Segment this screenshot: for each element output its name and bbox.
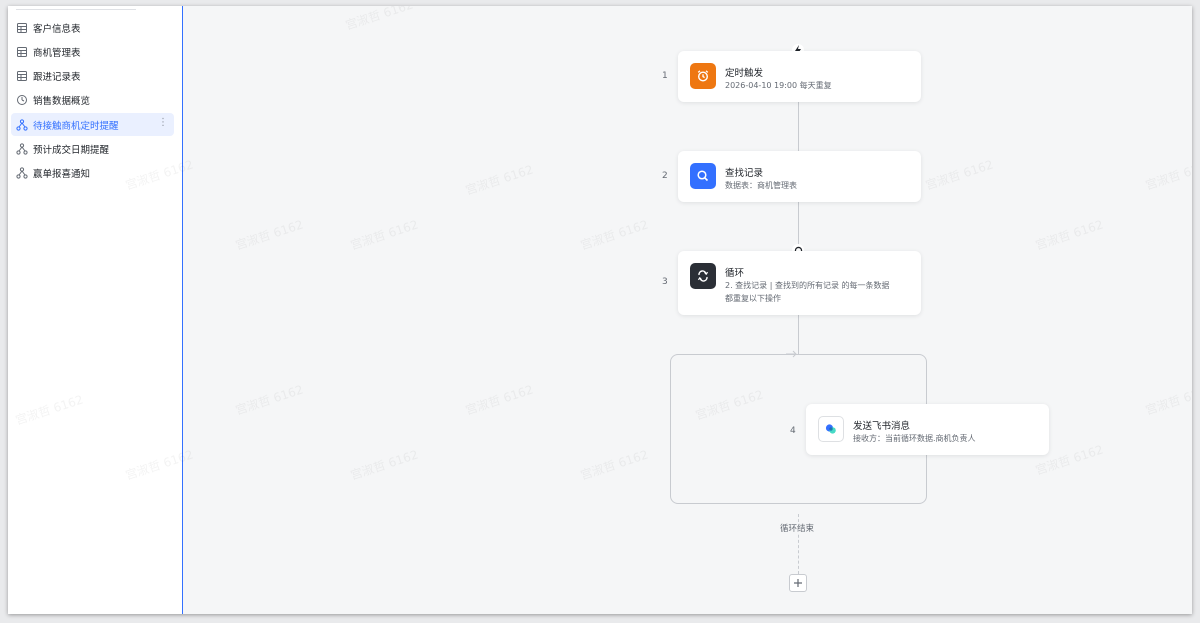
workflow-icon xyxy=(16,166,28,179)
dashboard-icon xyxy=(17,94,27,105)
node-description-line: 都重复以下操作 xyxy=(725,294,781,303)
search-icon xyxy=(690,163,716,189)
sidebar-item-label: 预计成交日期提醒 xyxy=(33,144,110,156)
node-title: 定时触发 xyxy=(725,68,764,79)
alarm-clock-icon xyxy=(690,63,716,89)
watermark: 宫淑哲 6162 xyxy=(348,447,420,483)
loop-end-label: 循环结束 xyxy=(780,522,815,534)
sidebar: 客户信息表 商机管理表 跟进记录表 销售数据概览 待接触商机定时提醒 ⋮ 预计成… xyxy=(8,6,183,614)
plus-icon xyxy=(794,579,802,587)
step-number: 2 xyxy=(662,171,668,181)
sidebar-item-win-notification[interactable]: 赢单报喜通知 xyxy=(11,161,174,184)
watermark: 宫淑哲 6162 xyxy=(348,217,420,253)
table-icon xyxy=(17,22,27,33)
node-title: 查找记录 xyxy=(725,168,764,179)
sidebar-item-label: 赢单报喜通知 xyxy=(33,168,91,180)
sidebar-clipped-item xyxy=(16,6,136,10)
table-icon xyxy=(17,70,27,81)
sidebar-item-pending-opportunity-reminder[interactable]: 待接触商机定时提醒 ⋮ xyxy=(11,113,174,136)
watermark: 宫淑哲 6162 xyxy=(463,382,535,418)
node-description-line: 2. 查找记录 | 查找到的所有记录 的每一条数据 xyxy=(725,281,890,290)
node-description: 2026-04-10 19:00 每天重复 xyxy=(725,81,832,90)
node-loop[interactable]: 循环 2. 查找记录 | 查找到的所有记录 的每一条数据 都重复以下操作 xyxy=(678,251,921,315)
sidebar-item-expected-close-reminder[interactable]: 预计成交日期提醒 xyxy=(11,137,174,160)
watermark: 宫淑哲 6162 xyxy=(578,447,650,483)
watermark: 宫淑哲 6162 xyxy=(233,382,305,418)
watermark: 宫淑哲 6162 xyxy=(233,217,305,253)
step-number: 4 xyxy=(790,426,796,436)
workflow-icon xyxy=(16,142,28,155)
sidebar-item-opportunity-table[interactable]: 商机管理表 xyxy=(11,40,174,63)
node-title: 发送飞书消息 xyxy=(853,421,911,432)
watermark: 宫淑哲 6162 xyxy=(1033,217,1105,253)
sidebar-item-customer-table[interactable]: 客户信息表 xyxy=(11,16,174,39)
sidebar-item-label: 销售数据概览 xyxy=(33,95,91,107)
node-description: 2. 查找记录 | 查找到的所有记录 的每一条数据 都重复以下操作 xyxy=(725,279,890,305)
feishu-icon xyxy=(818,416,844,442)
watermark: 宫淑哲 6162 xyxy=(463,162,535,198)
workflow-icon xyxy=(16,118,28,131)
sidebar-item-followup-table[interactable]: 跟进记录表 xyxy=(11,64,174,87)
add-step-button[interactable] xyxy=(789,574,807,592)
watermark: 宫淑哲 6162 xyxy=(343,6,415,33)
watermark: 宫淑哲 6162 xyxy=(923,157,995,193)
step-number: 3 xyxy=(662,277,668,287)
node-description: 数据表：商机管理表 xyxy=(725,181,797,190)
sidebar-item-label: 跟进记录表 xyxy=(33,71,81,83)
arrow-right-icon xyxy=(786,350,797,358)
node-send-feishu-message[interactable]: 发送飞书消息 接收方：当前循环数据.商机负责人 xyxy=(806,404,1049,455)
more-options-icon[interactable]: ⋮ xyxy=(158,117,168,128)
sidebar-item-label: 商机管理表 xyxy=(33,47,81,59)
table-icon xyxy=(17,46,27,57)
workflow-canvas[interactable]: 宫淑哲 6162 宫淑哲 6162 宫淑哲 6162 宫淑哲 6162 宫淑哲 … xyxy=(14,6,1192,614)
loop-icon xyxy=(690,263,716,289)
node-schedule-trigger[interactable]: 定时触发 2026-04-10 19:00 每天重复 xyxy=(678,51,921,102)
node-description: 接收方：当前循环数据.商机负责人 xyxy=(853,434,976,443)
watermark: 宫淑哲 6162 xyxy=(578,217,650,253)
app-window: 客户信息表 商机管理表 跟进记录表 销售数据概览 待接触商机定时提醒 ⋮ 预计成… xyxy=(8,6,1192,614)
sidebar-item-label: 待接触商机定时提醒 xyxy=(33,120,119,132)
watermark: 宫淑哲 6162 xyxy=(1143,157,1192,193)
node-title: 循环 xyxy=(725,268,745,279)
step-number: 1 xyxy=(662,71,668,81)
node-find-records[interactable]: 查找记录 数据表：商机管理表 xyxy=(678,151,921,202)
sidebar-item-sales-overview[interactable]: 销售数据概览 xyxy=(11,88,174,111)
watermark: 宫淑哲 6162 xyxy=(1143,382,1192,418)
sidebar-item-label: 客户信息表 xyxy=(33,23,81,35)
